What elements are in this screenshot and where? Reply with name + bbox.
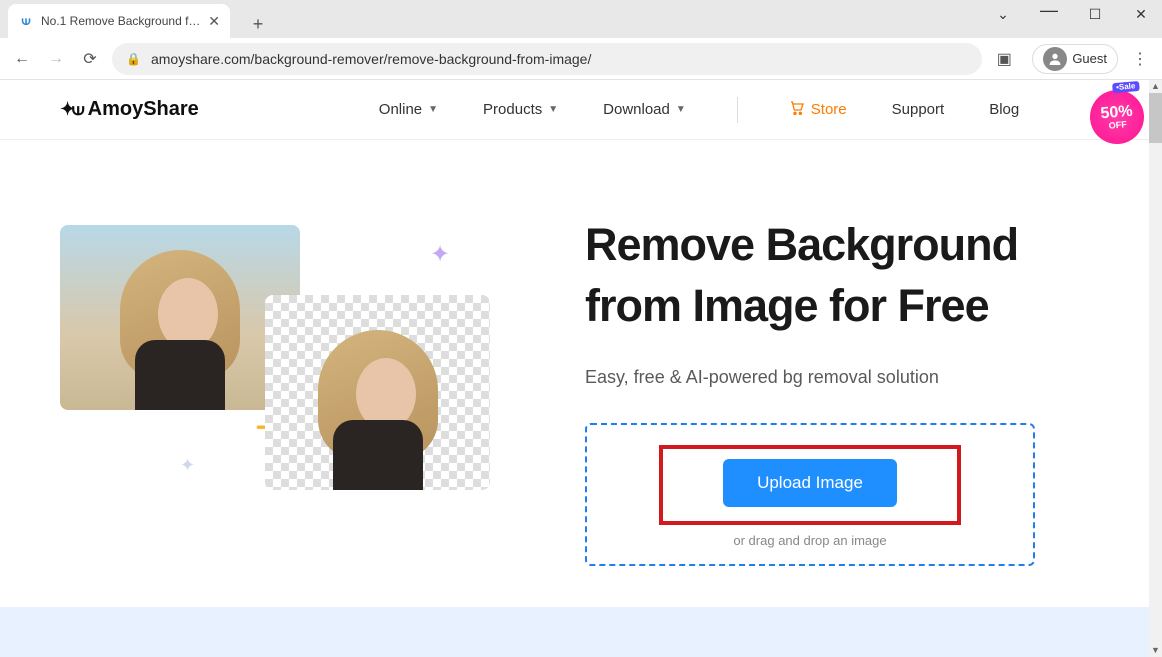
- nav-store[interactable]: Store: [789, 100, 847, 120]
- url-text: amoyshare.com/background-remover/remove-…: [151, 51, 591, 67]
- sale-tag: •Sale: [1112, 81, 1140, 93]
- address-bar[interactable]: 🔒 amoyshare.com/background-remover/remov…: [112, 43, 982, 75]
- footer-band: [0, 607, 1149, 657]
- main-nav: Online ▼ Products ▼ Download ▼ Store Sup…: [379, 97, 1114, 123]
- panel-icon[interactable]: ▣: [992, 47, 1016, 71]
- reload-button[interactable]: ⟳: [78, 47, 102, 71]
- profile-label: Guest: [1072, 51, 1107, 66]
- site-logo[interactable]: ✦⟒ AmoyShare: [60, 98, 199, 121]
- minimize-icon[interactable]: —: [1034, 0, 1064, 21]
- sparkle-icon: ✦: [180, 455, 195, 476]
- hero-content: Remove Background from Image for Free Ea…: [585, 215, 1102, 566]
- before-image: [60, 225, 300, 410]
- profile-button[interactable]: Guest: [1032, 44, 1118, 74]
- dropdown-icon[interactable]: ⌄: [988, 6, 1018, 23]
- page-subhead: Easy, free & AI-powered bg removal solut…: [585, 367, 1102, 388]
- nav-blog[interactable]: Blog: [989, 101, 1019, 118]
- nav-online[interactable]: Online ▼: [379, 101, 438, 118]
- nav-row: ← → ⟳ 🔒 amoyshare.com/background-remover…: [0, 38, 1162, 80]
- scroll-up-icon[interactable]: ▲: [1149, 80, 1162, 93]
- tab-close-icon[interactable]: ✕: [208, 13, 220, 30]
- maximize-icon[interactable]: ☐: [1080, 6, 1110, 23]
- hero-section: ✦ ✦ ➜ Remove Background from Image for F…: [0, 140, 1162, 566]
- scrollbar-thumb[interactable]: [1149, 93, 1162, 143]
- nav-divider: [737, 97, 738, 123]
- browser-tab[interactable]: ⟒ No.1 Remove Background from ✕: [8, 4, 230, 38]
- favicon-icon: ⟒: [18, 13, 34, 29]
- forward-button[interactable]: →: [44, 47, 68, 71]
- chevron-down-icon: ▼: [548, 104, 558, 115]
- logo-mark-icon: ✦⟒: [60, 99, 82, 120]
- close-icon[interactable]: ✕: [1126, 6, 1156, 23]
- window-controls: ⌄ — ☐ ✕: [988, 4, 1156, 25]
- drag-hint: or drag and drop an image: [733, 533, 886, 548]
- page-headline: Remove Background from Image for Free: [585, 215, 1102, 337]
- lock-icon: 🔒: [126, 52, 141, 66]
- person-illustration: [110, 240, 250, 410]
- brand-name: AmoyShare: [88, 98, 199, 121]
- upload-dropzone[interactable]: Upload Image or drag and drop an image: [585, 423, 1035, 566]
- scroll-down-icon[interactable]: ▼: [1149, 644, 1162, 657]
- tab-title: No.1 Remove Background from: [41, 14, 201, 28]
- browser-chrome: ⌄ — ☐ ✕ ⟒ No.1 Remove Background from ✕ …: [0, 0, 1162, 80]
- menu-icon[interactable]: ⋮: [1128, 47, 1152, 71]
- sparkle-icon: ✦: [430, 240, 450, 269]
- nav-download[interactable]: Download ▼: [603, 101, 686, 118]
- cart-icon: [789, 100, 805, 120]
- nav-products[interactable]: Products ▼: [483, 101, 558, 118]
- sale-off: OFF: [1108, 120, 1127, 131]
- scrollbar[interactable]: ▲ ▼: [1149, 80, 1162, 657]
- upload-button[interactable]: Upload Image: [723, 459, 897, 507]
- highlight-box: Upload Image: [659, 445, 961, 525]
- new-tab-button[interactable]: +: [244, 10, 272, 38]
- chevron-down-icon: ▼: [676, 104, 686, 115]
- chevron-down-icon: ▼: [428, 104, 438, 115]
- after-image: [265, 295, 490, 490]
- hero-visual: ✦ ✦ ➜: [60, 215, 530, 566]
- site-header: ✦⟒ AmoyShare Online ▼ Products ▼ Downloa…: [0, 80, 1162, 140]
- back-button[interactable]: ←: [10, 47, 34, 71]
- avatar-icon: [1043, 47, 1067, 71]
- person-illustration: [308, 320, 448, 490]
- nav-support[interactable]: Support: [892, 101, 945, 118]
